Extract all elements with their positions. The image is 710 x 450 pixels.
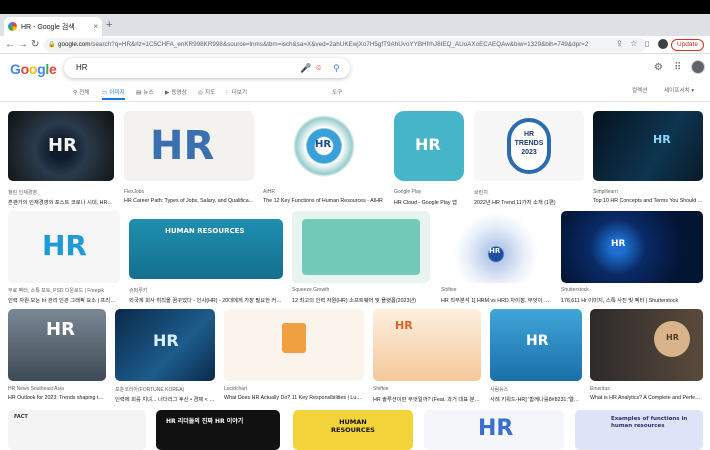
result-source: 슈퍼루키 — [129, 288, 148, 294]
result-thumbnail[interactable]: HR — [115, 309, 215, 381]
result-thumbnail[interactable]: HR — [424, 410, 564, 450]
back-button[interactable]: ← — [5, 38, 15, 52]
result-thumbnail[interactable]: HR — [441, 211, 551, 283]
result-thumbnail[interactable]: HR — [490, 309, 582, 381]
result-thumbnail[interactable] — [224, 309, 364, 381]
search-input[interactable]: HR 🎤 ⌾ ⚲ — [64, 58, 350, 78]
tab-news[interactable]: ▤ 뉴스 — [136, 88, 154, 96]
tab-strip: HR - Google 검색 × + — [0, 14, 710, 36]
browser-toolbar: ← → ↻ 🔒 google.com/search?q=HR&rlz=1C5CH… — [0, 36, 710, 54]
result-thumbnail[interactable]: HR — [373, 309, 481, 381]
tab-title: HR - Google 검색 — [21, 23, 75, 31]
result-thumbnail[interactable]: HR 리더들의 진짜 HR 이야기 — [156, 410, 280, 450]
result-source: Shiftee — [373, 386, 389, 392]
account-avatar[interactable] — [691, 60, 705, 74]
browser-tab[interactable]: HR - Google 검색 × — [4, 17, 102, 36]
bookmark-star-icon[interactable]: ☆ — [630, 39, 637, 48]
tab-maps[interactable]: ◎ 지도 — [198, 88, 215, 96]
result-source: AIHR — [263, 189, 275, 195]
result-source: Lucidchart — [224, 386, 248, 392]
update-button[interactable]: Update — [671, 39, 704, 51]
tab-more[interactable]: ⋮ 더보기 — [224, 88, 247, 96]
lock-icon: 🔒 — [48, 42, 56, 48]
url-host: google.com — [58, 41, 91, 48]
result-thumbnail[interactable]: HUMAN RESOURCES — [293, 410, 413, 450]
search-icon[interactable]: ⚲ — [333, 58, 340, 78]
voice-search-icon[interactable]: 🎤 — [300, 58, 311, 78]
tab-all[interactable]: ⚲ 전체 — [73, 88, 89, 96]
result-caption[interactable]: What Does HR Actually Do? 11 Key Respons… — [224, 395, 364, 401]
result-caption[interactable]: HR Career Path: Types of Jobs, Salary, a… — [124, 198, 254, 204]
result-source: Shiftee — [441, 287, 457, 293]
result-source: 브런치 — [474, 190, 488, 196]
result-caption[interactable]: 인력에 회를 지녀... 너더리그 후산 • 경제 < Indu... — [115, 395, 215, 403]
result-thumbnail[interactable]: Examples of functions in human resources — [575, 410, 703, 450]
tools-button[interactable]: 도구 — [332, 88, 342, 96]
result-thumbnail[interactable]: HUMAN RESOURCES — [129, 219, 283, 279]
result-thumbnail[interactable]: HR — [8, 211, 120, 283]
share-icon[interactable]: ⇪ — [616, 39, 623, 48]
result-caption[interactable]: Top 10 HR Concepts and Terms You Should … — [593, 198, 703, 204]
result-thumbnail[interactable]: HR — [590, 309, 703, 381]
result-caption[interactable]: HR 솔루션이란 무엇일까? (Feat. 과거 대표 분야 정... — [373, 395, 481, 403]
screen-top-bar — [0, 0, 710, 14]
result-caption[interactable]: HR Outlook for 2023: Trends shaping the.… — [8, 395, 106, 401]
new-tab-button[interactable]: + — [106, 19, 112, 31]
result-caption[interactable]: 176,611 Hr 이미지, 스톡 사진 및 벡터 | Shutterstoc… — [561, 296, 703, 304]
settings-gear-icon[interactable]: ⚙ — [654, 62, 663, 73]
result-thumbnail[interactable]: HR TRENDS 2023 — [474, 111, 584, 181]
url-path: /search?q=HR&rlz=1C5CHFA_enKR998KR998&so… — [90, 41, 589, 48]
result-source: Shutterstock — [561, 287, 589, 293]
result-caption[interactable]: 사례 키워드-HR] '함께나를8#8231;'엘리트... — [490, 395, 582, 403]
result-source: 사람뉴스 — [490, 387, 509, 393]
search-query: HR — [76, 63, 88, 72]
result-thumbnail[interactable]: HR — [124, 111, 254, 181]
result-source: 포춘코리아(FORTUNE KOREA) — [115, 387, 185, 393]
result-thumbnail[interactable]: HR — [561, 211, 703, 283]
forward-button[interactable]: → — [18, 38, 28, 52]
result-caption[interactable]: HR Cloud - Google Play 앱 — [394, 198, 464, 206]
side-panel-icon[interactable]: ▯ — [645, 39, 649, 48]
result-caption[interactable]: 12 최고의 인력 자원(HR) 소프트웨어 및 플랫폼(2023년) — [292, 296, 430, 304]
address-bar[interactable]: 🔒 google.com/search?q=HR&rlz=1C5CHFA_enK… — [44, 38, 646, 52]
result-source: 무료 벡터, 스톡 포토, PSD 다운로드 | Freepik — [8, 288, 104, 294]
result-caption[interactable]: HR 직무분석 1] HRM vs HRD 차이점, 무엇이 다를... — [441, 296, 551, 304]
result-source: Google Play — [394, 189, 422, 195]
result-thumbnail[interactable]: HR — [8, 111, 114, 181]
result-thumbnail[interactable]: HR — [8, 309, 106, 381]
result-thumbnail[interactable]: HR — [593, 111, 703, 181]
safesearch-dropdown[interactable]: 세이프서치 ▾ — [664, 86, 694, 94]
tab-images[interactable]: ▭ 이미지 — [102, 88, 125, 100]
result-source: HR News Southeast Asia — [8, 386, 64, 392]
result-thumbnail[interactable]: FACT — [8, 410, 146, 450]
result-thumbnail[interactable]: HR — [394, 111, 464, 181]
result-caption[interactable]: 2022년 HR Trend 11가지 소개 (1편) — [474, 198, 584, 206]
result-source: Simplilearn — [593, 189, 618, 195]
tab-videos[interactable]: ▶ 동영상 — [165, 88, 187, 96]
result-caption[interactable]: What is HR Analytics? A Complete and Per… — [590, 395, 703, 401]
browser-profile-avatar[interactable] — [658, 39, 668, 49]
tab-close-icon[interactable]: × — [93, 22, 98, 31]
result-source: FlexJobs — [124, 189, 145, 195]
apps-grid-icon[interactable]: ⠿ — [674, 62, 681, 73]
reload-button[interactable]: ↻ — [31, 38, 39, 52]
result-thumbnail[interactable]: HR — [263, 111, 385, 181]
result-caption[interactable]: 흔괜가의 인재경영의 포스트 코로나 시대, HR 역할들... — [8, 198, 114, 206]
result-caption[interactable]: 인력 자원 모는 hr 관리 인관 그래픽 요소 | 프리미엄 ... — [8, 296, 120, 304]
result-source: Squeeze Growth — [292, 287, 330, 293]
collections-link[interactable]: 컬렉션 — [632, 86, 647, 94]
google-logo[interactable]: Google — [10, 61, 57, 77]
result-thumbnail[interactable] — [292, 211, 430, 283]
result-caption[interactable]: The 12 Key Functions of Human Resources … — [263, 198, 385, 204]
result-source: Emeritus — [590, 386, 610, 392]
lens-camera-icon[interactable]: ⌾ — [316, 58, 321, 78]
google-favicon-icon — [8, 22, 17, 31]
result-caption[interactable]: 외국계 회사 취직을 꿈꾸었다 - 인사(HR) - 20대에게 가장 필요한 … — [129, 296, 283, 304]
result-source: 챌린 인재경영 — [8, 190, 37, 196]
search-tabs: ⚲ 전체 ▭ 이미지 ▤ 뉴스 ▶ 동영상 ◎ 지도 ⋮ 더보기 — [0, 84, 710, 102]
